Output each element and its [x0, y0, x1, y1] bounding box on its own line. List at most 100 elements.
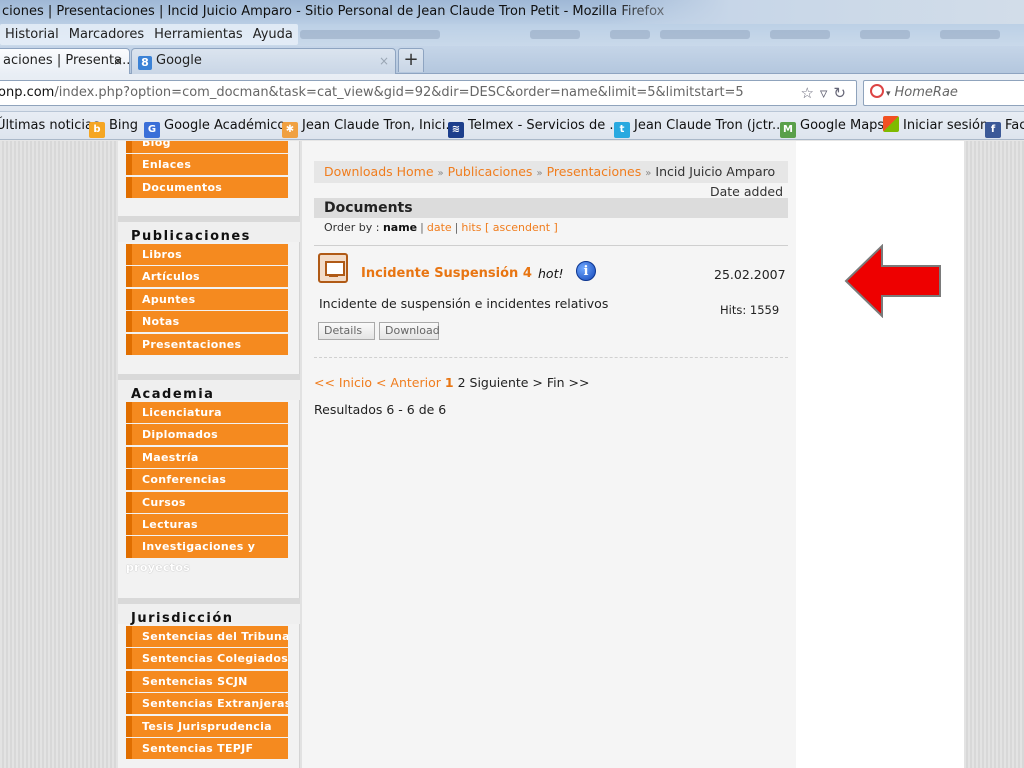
menu-marcadores[interactable]: Marcadores — [64, 25, 149, 45]
dropdown-arrow-icon[interactable]: ▿ — [820, 84, 834, 102]
sidebar-item-sentencias-colegiados[interactable]: Sentencias Colegiados — [126, 648, 288, 670]
order-by-hits[interactable]: hits — [461, 221, 481, 234]
sidebar-item-sentencias-tepjf[interactable]: Sentencias TEPJF — [126, 737, 288, 759]
sidebar-item-investigaciones[interactable]: Investigaciones y — [126, 536, 288, 559]
search-placeholder: HomeRae — [894, 85, 958, 100]
order-by-bar: Order by : name | date | hits [ ascendent ] — [324, 221, 558, 234]
sidebar-item-licenciatura[interactable]: Licenciatura — [126, 402, 288, 423]
tab-close-icon[interactable]: × — [379, 49, 389, 73]
sidebar-item-presentaciones[interactable]: Presentaciones — [126, 333, 288, 355]
maps-icon: M — [780, 122, 796, 138]
leaf-icon: ✱ — [282, 122, 298, 138]
right-column — [796, 141, 964, 768]
tab-google[interactable]: 8 Google × — [131, 48, 396, 74]
menu-herramientas[interactable]: Herramientas — [149, 25, 248, 45]
menu-ayuda[interactable]: Ayuda — [248, 25, 298, 45]
tab-label: aciones | Presenta... — [3, 53, 130, 68]
hot-badge: hot! — [538, 266, 564, 281]
navigation-bar: onp.com/index.php?option=com_docman&task… — [0, 74, 1024, 112]
sidebar-section-publicaciones: Publicaciones Libros Artículos Apuntes N… — [118, 216, 300, 356]
pagination: << Inicio < Anterior 1 2 Siguiente > Fin… — [314, 375, 590, 390]
pagination-next[interactable]: Siguiente > — [470, 375, 543, 390]
bookmark-google-maps[interactable]: M Google Maps — [780, 112, 884, 139]
sidebar-item-articulos[interactable]: Artículos — [126, 266, 288, 288]
tab-presentaciones[interactable]: aciones | Presenta... × — [0, 48, 130, 74]
menubar: Historial Marcadores Herramientas Ayuda — [0, 24, 1024, 46]
menu-historial[interactable]: Historial — [0, 25, 64, 45]
search-engine-icon[interactable] — [870, 84, 884, 98]
sidebar-item-sentencias-scjn[interactable]: Sentencias SCJN — [126, 670, 288, 692]
bookmark-iniciar-sesion[interactable]: Iniciar sesión — [883, 112, 988, 139]
sidebar-item-enlaces[interactable]: Enlaces — [126, 154, 288, 176]
sidebar-item-cursos[interactable]: Cursos — [126, 491, 288, 513]
document-title-link[interactable]: Incidente Suspensión 4 — [361, 266, 532, 281]
order-direction[interactable]: [ ascendent ] — [485, 221, 558, 234]
bookmark-google-academico[interactable]: G Google Académico — [144, 112, 285, 139]
breadcrumb-downloads-home[interactable]: Downloads Home — [324, 164, 434, 179]
bookmark-telmex[interactable]: ≋ Telmex - Servicios de ... — [448, 112, 622, 139]
address-bar[interactable]: onp.com/index.php?option=com_docman&task… — [0, 80, 857, 106]
pagination-current: 1 — [444, 375, 454, 390]
pagination-page-2[interactable]: 2 — [458, 375, 466, 390]
page-viewport: Blog Enlaces Documentos Publicaciones Li… — [0, 141, 1024, 768]
sidebar-item-lecturas[interactable]: Lecturas — [126, 513, 288, 535]
sidebar-item-sentencias-extranjeras[interactable]: Sentencias Extranjeras — [126, 693, 288, 715]
sidebar-item-tesis-jurisprudencia[interactable]: Tesis Jurisprudencia — [126, 715, 288, 737]
sidebar-item-wrap-text[interactable]: proyectos — [126, 560, 300, 576]
document-hits: Hits: 1559 — [720, 303, 780, 317]
reload-icon[interactable]: ↻ — [833, 84, 852, 102]
tab-label: Google — [156, 53, 202, 68]
pagination-prev[interactable]: < Anterior — [376, 375, 441, 390]
section-title: Publicaciones — [118, 216, 300, 244]
telmex-icon: ≋ — [448, 122, 464, 138]
window-title: ciones | Presentaciones | Incid Juicio A… — [2, 4, 665, 19]
sidebar-item-maestria[interactable]: Maestría — [126, 446, 288, 468]
details-button[interactable]: Details — [318, 322, 375, 340]
window-titlebar: ciones | Presentaciones | Incid Juicio A… — [0, 0, 1024, 24]
order-by-name[interactable]: name — [383, 221, 417, 234]
order-by-date[interactable]: date — [427, 221, 452, 234]
pagination-first[interactable]: << Inicio — [314, 375, 372, 390]
presentation-file-icon[interactable] — [318, 253, 348, 283]
red-arrow-icon — [844, 244, 941, 318]
bookmark-ultimas-noticias[interactable]: Últimas noticias — [0, 112, 100, 139]
tab-close-icon[interactable]: × — [113, 49, 123, 73]
url-host: onp.com — [0, 85, 55, 100]
bookmark-facebook[interactable]: fFac — [985, 112, 1024, 139]
sidebar-item-documentos[interactable]: Documentos — [126, 176, 288, 198]
sidebar-item-sentencias-tribunal[interactable]: Sentencias del Tribunal — [126, 626, 288, 647]
bookmark-bing[interactable]: b Bing — [89, 112, 138, 139]
main-content: Downloads Home» Publicaciones» Presentacio… — [302, 141, 796, 768]
windows-logo-icon — [883, 116, 899, 132]
sidebar-item-conferencias[interactable]: Conferencias — [126, 469, 288, 491]
bookmark-star-icon[interactable]: ☆ — [800, 84, 819, 102]
breadcrumb-publicaciones[interactable]: Publicaciones — [448, 164, 533, 179]
search-input[interactable]: ▾ HomeRae — [863, 80, 1024, 106]
bookmarks-bar: Últimas noticias b Bing G Google Académico… — [0, 112, 1024, 140]
facebook-icon: f — [985, 122, 1001, 138]
download-button[interactable]: Download — [379, 322, 440, 340]
sidebar: Blog Enlaces Documentos Publicaciones Li… — [118, 141, 300, 768]
sidebar-item-apuntes[interactable]: Apuntes — [126, 288, 288, 310]
chevron-down-icon[interactable]: ▾ — [886, 89, 891, 99]
bing-icon: b — [89, 122, 105, 138]
info-icon[interactable]: i — [576, 261, 596, 281]
sidebar-section-jurisdiccion: Jurisdicción Sentencias del Tribunal Sen… — [118, 598, 300, 760]
url-path: /index.php?option=com_docman&task=cat_vi… — [54, 85, 744, 100]
bookmark-twitter-jctron[interactable]: t Jean Claude Tron (jctr... — [614, 112, 784, 139]
document-date: 25.02.2007 — [714, 267, 786, 282]
google-favicon-icon: 8 — [138, 56, 152, 70]
sidebar-item-blog[interactable]: Blog — [126, 141, 288, 153]
breadcrumb-current: Incid Juicio Amparo — [655, 164, 776, 179]
pagination-last[interactable]: Fin >> — [547, 375, 590, 390]
document-row: Incidente Suspensión 4 hot! i 25.02.2007… — [314, 249, 788, 359]
breadcrumb: Downloads Home» Publicaciones» Presentacio… — [314, 161, 788, 183]
new-tab-button[interactable]: + — [398, 48, 424, 72]
documents-heading: Documents — [314, 198, 788, 218]
tab-bar: aciones | Presenta... × 8 Google × + — [0, 46, 1024, 74]
bookmark-jean-claude-inicio[interactable]: ✱ Jean Claude Tron, Inici... — [282, 112, 458, 139]
breadcrumb-presentaciones[interactable]: Presentaciones — [547, 164, 642, 179]
sidebar-item-notas[interactable]: Notas — [126, 311, 288, 333]
sidebar-item-diplomados[interactable]: Diplomados — [126, 424, 288, 446]
section-title: Academia — [118, 374, 300, 402]
